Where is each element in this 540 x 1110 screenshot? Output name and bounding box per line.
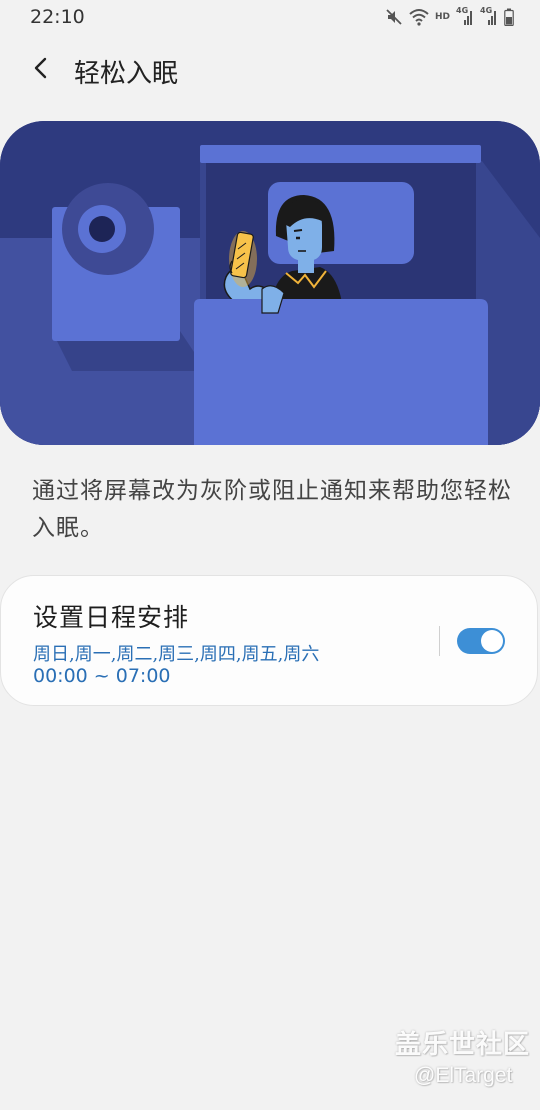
toggle-knob bbox=[481, 630, 503, 652]
app-bar: 轻松入眠 bbox=[0, 40, 540, 100]
status-icons: HD 4G 4G bbox=[385, 6, 514, 28]
network-type-label: 4G bbox=[456, 6, 469, 15]
schedule-title: 设置日程安排 bbox=[33, 603, 190, 632]
hd-label: HD bbox=[434, 12, 450, 22]
watermark-brand: 盖乐世社区 bbox=[395, 1030, 531, 1060]
signal-icon: 4G bbox=[480, 6, 498, 26]
signal-icon: 4G bbox=[456, 6, 474, 26]
watermark-user: @ElTarget bbox=[414, 1064, 513, 1087]
schedule-card[interactable]: 设置日程安排 周日,周一,周二,周三,周四,周五,周六 00:00 ~ 07:0… bbox=[0, 575, 538, 706]
network-type-label: 4G bbox=[480, 6, 493, 15]
divider bbox=[439, 626, 440, 656]
page-title: 轻松入眠 bbox=[74, 59, 179, 89]
status-bar: 22:10 HD 4G 4G bbox=[0, 0, 540, 34]
schedule-toggle[interactable] bbox=[457, 628, 505, 654]
schedule-time-range: 00:00 ~ 07:00 bbox=[33, 665, 171, 687]
mute-icon bbox=[385, 8, 403, 26]
screen: 22:10 HD 4G 4G 轻松入眠 通过将屏幕改为灰阶或阻止通知来帮助您轻松… bbox=[0, 0, 540, 1110]
battery-icon bbox=[504, 8, 514, 26]
status-time: 22:10 bbox=[30, 6, 85, 28]
back-button[interactable] bbox=[22, 50, 62, 90]
description-text: 通过将屏幕改为灰阶或阻止通知来帮助您轻松入眠。 bbox=[32, 478, 512, 541]
wifi-icon bbox=[409, 8, 429, 26]
bedtime-illustration bbox=[0, 121, 540, 445]
chevron-left-icon bbox=[32, 56, 52, 84]
schedule-days: 周日,周一,周二,周三,周四,周五,周六 bbox=[33, 644, 320, 665]
